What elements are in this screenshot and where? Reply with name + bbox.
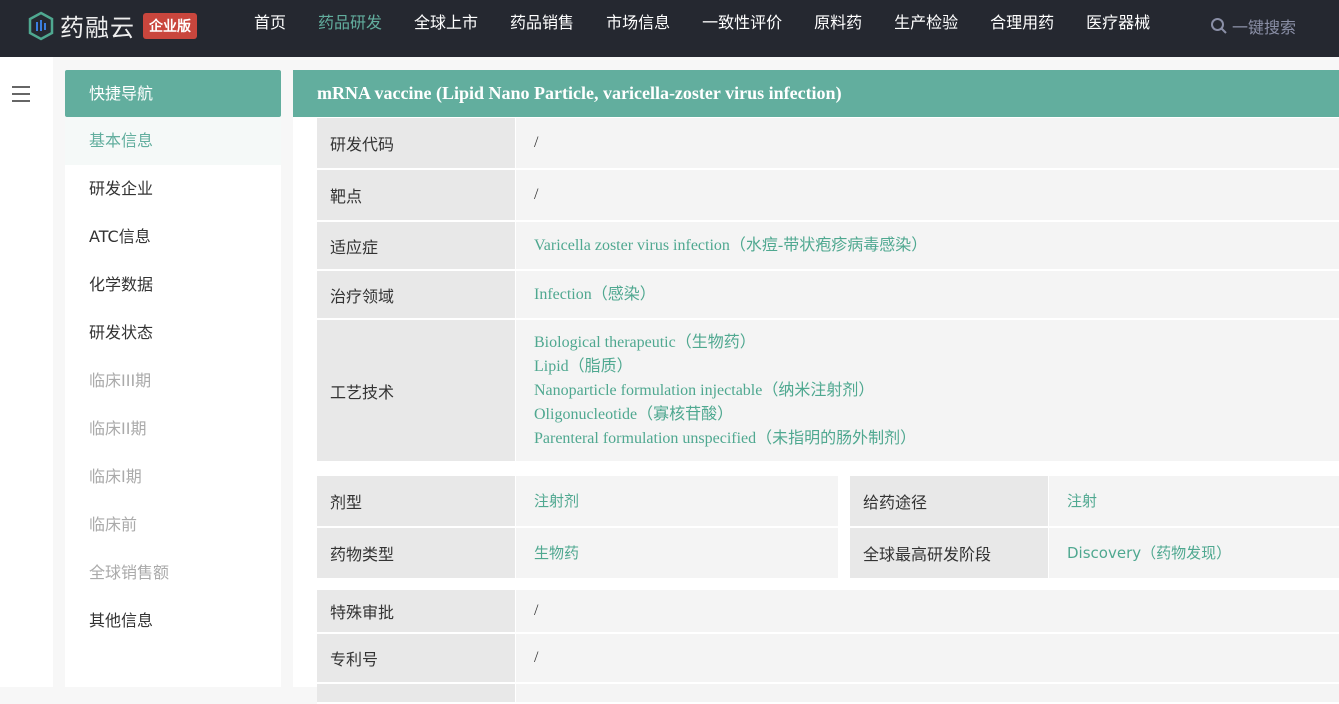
row-value: / [516,170,1339,220]
row-label: 研发代码 [317,118,516,168]
nav-item[interactable]: 合理用药 [990,13,1054,33]
row-label: 全球最高研发阶段 [850,528,1049,578]
table-row: 给药途径 注射 [850,476,1339,528]
row-value: Discovery（药物发现） [1049,528,1339,578]
nav-item[interactable]: 首页 [254,13,286,33]
row-value: 注射 [1049,476,1339,526]
row-value: / [516,590,1339,632]
info-grid: 剂型 注射剂 药物类型 生物药 给药途径 注射 全球最高研发阶段 Discovery（药物发现… [317,476,1339,580]
drug-detail: mRNA vaccine (Lipid Nano Particle, varic… [293,70,1339,704]
row-label: 剂型 [317,476,516,526]
search-icon [1211,18,1227,34]
drug-title: mRNA vaccine (Lipid Nano Particle, varic… [293,70,1339,117]
value-link[interactable]: Oligonucleotide（寡核苷酸） [534,403,1339,427]
quick-nav: 快捷导航 基本信息 研发企业 ATC信息 化学数据 研发状态 临床III期 临床II期 临床I… [65,70,281,687]
table-row: 药物类型 生物药 [317,528,838,580]
value-link[interactable]: Nanoparticle formulation injectable（纳米注射… [534,379,1339,403]
sidebar-item[interactable]: 化学数据 [65,261,281,309]
menu-icon[interactable] [12,86,30,107]
table-row: 靶点 / [317,170,1339,222]
info-table: 研发代码 / 靶点 / 适应症 Varicella zoster virus infect… [317,118,1339,463]
table-row: 专利号 / [317,634,1339,684]
row-label: 药物类型 [317,528,516,578]
logo-icon [28,11,54,40]
row-value: Biological therapeutic（生物药） Lipid（脂质） Nano… [516,320,1339,461]
row-value: / [516,118,1339,168]
row-label: 治疗领域 [317,271,516,318]
nav-item[interactable]: 医疗器械 [1086,13,1150,33]
left-strip [0,57,53,687]
row-label: 工艺技术 [317,320,516,461]
value-link[interactable]: Varicella zoster virus infection（水痘-带状疱疹… [534,234,1339,258]
top-bar: 药融云 企业版 首页 药品研发 全球上市 药品销售 市场信息 一致性评价 原料药 生产检验 合理… [0,0,1339,57]
row-label: 靶点 [317,170,516,220]
value-text: / [534,186,539,203]
value-text: / [534,602,539,619]
table-row: 治疗领域 Infection（感染） [317,271,1339,320]
sidebar-item[interactable]: 临床II期 [65,405,281,453]
value-link[interactable]: Discovery（药物发现） [1067,541,1339,565]
row-label: 专利号 [317,634,516,682]
table-row: 研发代码 / [317,118,1339,170]
sidebar-item[interactable]: 研发企业 [65,165,281,213]
sidebar-item[interactable]: 研发状态 [65,309,281,357]
row-value: Infection（感染） [516,271,1339,318]
nav-item[interactable]: 一致性评价 [702,13,782,33]
nav-item[interactable]: 全球上市 [414,13,478,33]
sidebar-item[interactable]: 临床I期 [65,453,281,501]
value-link[interactable]: 注射剂 [534,489,838,513]
main-nav: 首页 药品研发 全球上市 药品销售 市场信息 一致性评价 原料药 生产检验 合理用药 医疗器械 [254,13,1182,33]
value-link[interactable]: Lipid（脂质） [534,355,1339,379]
row-label: 特殊审批 [317,590,516,632]
grid-column: 剂型 注射剂 药物类型 生物药 [317,476,838,580]
sidebar-item[interactable]: 临床前 [65,501,281,549]
row-value: Varicella zoster virus infection（水痘-带状疱疹… [516,222,1339,269]
sidebar-item[interactable]: 全球销售额 [65,549,281,597]
table-row [317,684,1339,704]
table-row: 适应症 Varicella zoster virus infection（水痘-带… [317,222,1339,271]
value-link[interactable]: Biological therapeutic（生物药） [534,331,1339,355]
value-text: / [534,649,539,666]
search-label: 一键搜索 [1232,18,1297,37]
table-row: 剂型 注射剂 [317,476,838,528]
row-value: / [516,634,1339,682]
sidebar-item[interactable]: 基本信息 [65,117,281,165]
quick-nav-title: 快捷导航 [65,70,281,117]
value-link[interactable]: 生物药 [534,541,838,565]
table-row: 全球最高研发阶段 Discovery（药物发现） [850,528,1339,580]
grid-column: 给药途径 注射 全球最高研发阶段 Discovery（药物发现） [850,476,1339,580]
table-row: 工艺技术 Biological therapeutic（生物药） Lipid（脂质）… [317,320,1339,463]
sidebar-item[interactable]: ATC信息 [65,213,281,261]
row-label: 给药途径 [850,476,1049,526]
nav-item[interactable]: 原料药 [814,13,862,33]
row-label: 适应症 [317,222,516,269]
nav-item[interactable]: 药品销售 [510,13,574,33]
value-link[interactable]: 注射 [1067,489,1339,513]
table-row: 特殊审批 / [317,590,1339,634]
sidebar-item[interactable]: 临床III期 [65,357,281,405]
search-button[interactable]: 一键搜索 [1210,14,1296,38]
logo[interactable]: 药融云 企业版 [28,8,197,43]
row-value: 生物药 [516,528,838,578]
enterprise-badge: 企业版 [143,12,197,39]
nav-item[interactable]: 生产检验 [894,13,958,33]
sidebar-item[interactable]: 其他信息 [65,597,281,645]
value-text: / [534,134,539,151]
row-value: 注射剂 [516,476,838,526]
value-link[interactable]: Parenteral formulation unspecified（未指明的肠… [534,427,1339,451]
nav-item[interactable]: 药品研发 [318,13,382,33]
value-link[interactable]: Infection（感染） [534,283,1339,307]
logo-text: 药融云 [60,14,135,42]
nav-item[interactable]: 市场信息 [606,13,670,33]
